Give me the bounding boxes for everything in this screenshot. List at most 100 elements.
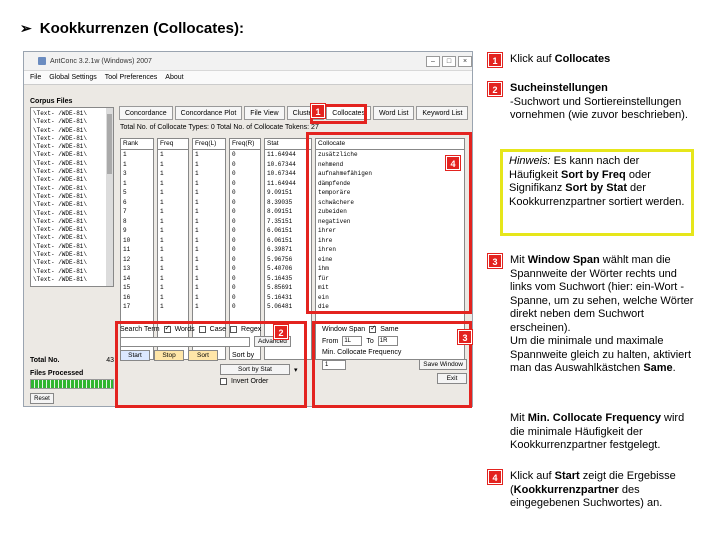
menu-about[interactable]: About: [165, 74, 183, 81]
table-cell[interactable]: 10.67344: [267, 169, 311, 179]
table-cell[interactable]: 1: [160, 245, 188, 255]
column-header-rank[interactable]: Rank: [121, 139, 153, 150]
table-cell[interactable]: 0: [232, 160, 260, 170]
table-cell[interactable]: 1: [160, 274, 188, 284]
table-cell[interactable]: 1: [195, 226, 225, 236]
table-cell[interactable]: 0: [232, 283, 260, 293]
table-cell[interactable]: 0: [232, 255, 260, 265]
table-cell[interactable]: 0: [232, 179, 260, 189]
table-cell[interactable]: 11: [123, 245, 153, 255]
table-cell[interactable]: 9.09151: [267, 188, 311, 198]
tab-keyword-list[interactable]: Keyword List: [416, 106, 469, 120]
table-cell[interactable]: 1: [160, 207, 188, 217]
table-cell[interactable]: 1: [123, 150, 153, 160]
table-cell[interactable]: 0: [232, 293, 260, 303]
table-cell[interactable]: 1: [160, 179, 188, 189]
corpus-file-item[interactable]: \Text- /WDE-81\: [33, 276, 111, 284]
table-cell[interactable]: 5.16435: [267, 274, 311, 284]
table-cell[interactable]: 7: [123, 207, 153, 217]
table-cell[interactable]: 8.09151: [267, 207, 311, 217]
menu-global-settings[interactable]: Global Settings: [49, 74, 96, 81]
table-cell[interactable]: 1: [160, 255, 188, 265]
table-cell[interactable]: 8: [123, 217, 153, 227]
table-cell[interactable]: 6: [123, 198, 153, 208]
table-cell[interactable]: 1: [160, 302, 188, 312]
corpus-file-item[interactable]: \Text- /WDE-81\: [33, 234, 111, 242]
corpus-file-item[interactable]: \Text- /WDE-81\: [33, 176, 111, 184]
table-cell[interactable]: 15: [123, 283, 153, 293]
reset-button[interactable]: Reset: [30, 393, 54, 404]
tab-concordance[interactable]: Concordance: [119, 106, 173, 120]
table-cell[interactable]: 6.06151: [267, 236, 311, 246]
table-cell[interactable]: 9: [123, 226, 153, 236]
table-cell[interactable]: 16: [123, 293, 153, 303]
table-cell[interactable]: 1: [195, 160, 225, 170]
table-cell[interactable]: 1: [195, 293, 225, 303]
table-cell[interactable]: 1: [160, 198, 188, 208]
table-cell[interactable]: 6.06151: [267, 226, 311, 236]
column-header-stat[interactable]: Stat: [265, 139, 311, 150]
corpus-file-list[interactable]: \Text- /WDE-81\ \Text- /WDE-81\ \Text- /WD…: [30, 107, 114, 287]
table-cell[interactable]: 0: [232, 236, 260, 246]
table-cell[interactable]: 1: [195, 255, 225, 265]
table-cell[interactable]: 14: [123, 274, 153, 284]
table-cell[interactable]: 1: [160, 226, 188, 236]
table-cell[interactable]: 1: [195, 169, 225, 179]
table-cell[interactable]: 1: [195, 302, 225, 312]
corpus-file-item[interactable]: \Text- /WDE-81\: [33, 143, 111, 151]
table-cell[interactable]: 0: [232, 302, 260, 312]
table-cell[interactable]: 12: [123, 255, 153, 265]
table-cell[interactable]: 0: [232, 169, 260, 179]
table-cell[interactable]: 5.06481: [267, 302, 311, 312]
table-cell[interactable]: 0: [232, 264, 260, 274]
table-cell[interactable]: 0: [232, 274, 260, 284]
table-cell[interactable]: 1: [195, 264, 225, 274]
table-cell[interactable]: 7.35151: [267, 217, 311, 227]
corpus-file-item[interactable]: \Text- /WDE-81\: [33, 193, 111, 201]
corpus-file-item[interactable]: \Text- /WDE-81\: [33, 210, 111, 218]
table-cell[interactable]: 10.67344: [267, 160, 311, 170]
table-cell[interactable]: 1: [160, 150, 188, 160]
table-cell[interactable]: 1: [195, 283, 225, 293]
table-cell[interactable]: 5.40706: [267, 264, 311, 274]
table-cell[interactable]: 1: [160, 169, 188, 179]
table-cell[interactable]: 1: [160, 160, 188, 170]
table-cell[interactable]: 1: [195, 274, 225, 284]
corpus-file-item[interactable]: \Text- /WDE-81\: [33, 243, 111, 251]
file-list-scrollbar[interactable]: [106, 108, 113, 286]
corpus-file-item[interactable]: \Text- /WDE-81\: [33, 168, 111, 176]
table-cell[interactable]: 1: [160, 217, 188, 227]
table-cell[interactable]: 11.64944: [267, 150, 311, 160]
table-cell[interactable]: 13: [123, 264, 153, 274]
corpus-file-item[interactable]: \Text- /WDE-81\: [33, 110, 111, 118]
menu-file[interactable]: File: [30, 74, 41, 81]
corpus-file-item[interactable]: \Text- /WDE-81\: [33, 118, 111, 126]
table-cell[interactable]: 1: [160, 264, 188, 274]
corpus-file-item[interactable]: \Text- /WDE-81\: [33, 135, 111, 143]
table-cell[interactable]: 1: [195, 236, 225, 246]
column-header-freq[interactable]: Freq: [158, 139, 188, 150]
table-cell[interactable]: 6.39871: [267, 245, 311, 255]
table-cell[interactable]: 0: [232, 198, 260, 208]
table-cell[interactable]: 5.96756: [267, 255, 311, 265]
corpus-file-item[interactable]: \Text- /WDE-81\: [33, 160, 111, 168]
table-cell[interactable]: 1: [195, 150, 225, 160]
corpus-file-item[interactable]: \Text- /WDE-81\: [33, 201, 111, 209]
table-cell[interactable]: 1: [123, 160, 153, 170]
corpus-file-item[interactable]: \Text- /WDE-81\: [33, 127, 111, 135]
corpus-file-item[interactable]: \Text- /WDE-81\: [33, 259, 111, 267]
close-icon[interactable]: ×: [458, 55, 472, 67]
table-cell[interactable]: 1: [123, 179, 153, 189]
column-header-freq-r[interactable]: Freq(R): [230, 139, 260, 150]
table-cell[interactable]: 1: [195, 179, 225, 189]
table-cell[interactable]: 1: [195, 245, 225, 255]
table-cell[interactable]: 0: [232, 226, 260, 236]
tab-file-view[interactable]: File View: [244, 106, 285, 120]
table-cell[interactable]: 0: [232, 245, 260, 255]
table-cell[interactable]: 5.16431: [267, 293, 311, 303]
corpus-file-item[interactable]: \Text- /WDE-81\: [33, 185, 111, 193]
menu-tool-preferences[interactable]: Tool Preferences: [105, 74, 158, 81]
corpus-file-item[interactable]: \Text- /WDE-81\: [33, 251, 111, 259]
table-cell[interactable]: 1: [160, 283, 188, 293]
table-cell[interactable]: 0: [232, 188, 260, 198]
